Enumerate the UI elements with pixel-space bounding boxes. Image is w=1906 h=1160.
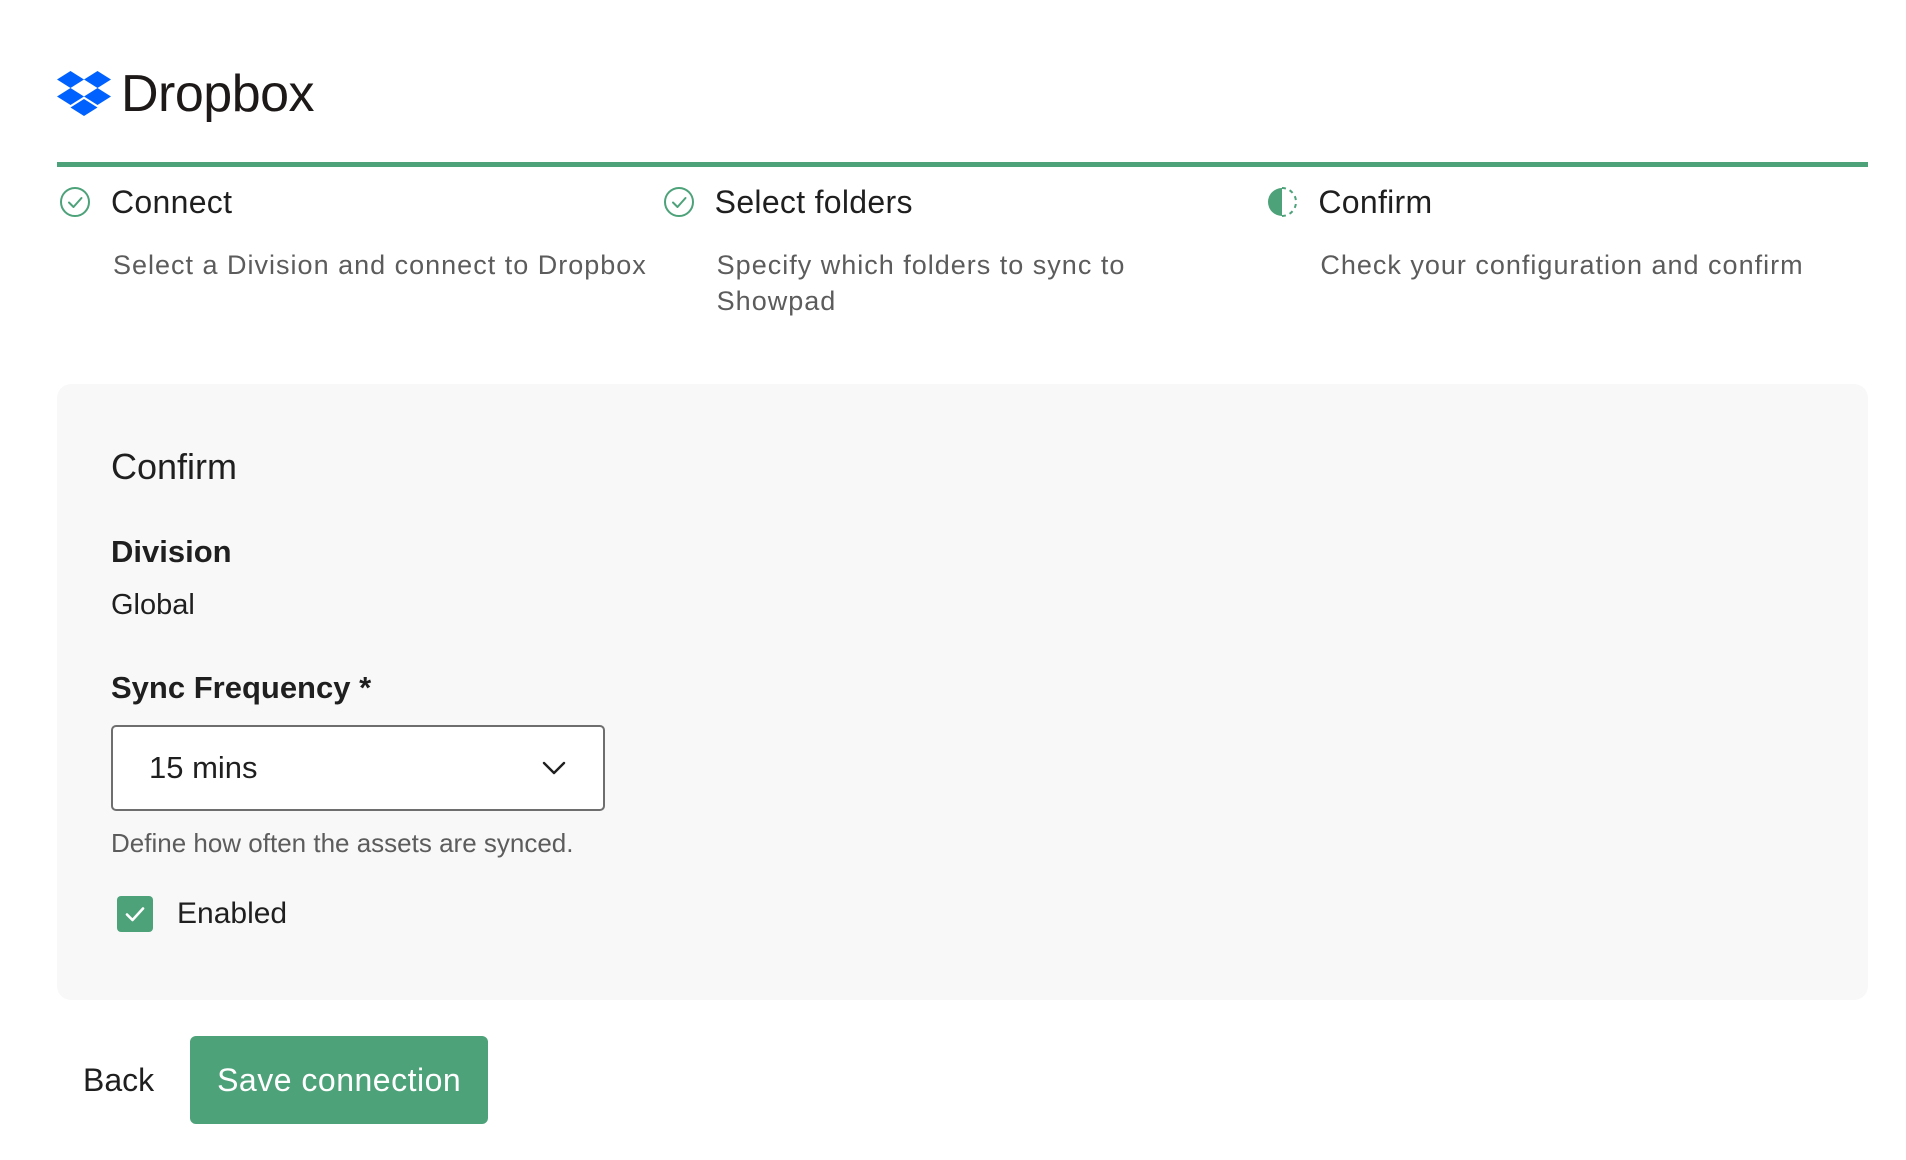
chevron-down-icon bbox=[542, 761, 566, 775]
enabled-label: Enabled bbox=[177, 897, 288, 930]
stepper: Connect Select a Division and connect to… bbox=[57, 162, 1868, 319]
enabled-checkbox[interactable] bbox=[117, 896, 153, 932]
enabled-toggle[interactable]: Enabled bbox=[117, 896, 287, 932]
brand-name: Dropbox bbox=[121, 65, 315, 123]
step-title: Confirm bbox=[1318, 183, 1433, 220]
brand-header: Dropbox bbox=[57, 60, 315, 128]
confirm-panel: Confirm Division Global Sync Frequency *… bbox=[57, 384, 1868, 1000]
step-title: Select folders bbox=[714, 183, 913, 220]
dropbox-logo-icon bbox=[57, 71, 111, 116]
step-description: Specify which folders to sync to Showpad bbox=[716, 250, 1126, 316]
step-confirm: Confirm Check your configuration and con… bbox=[1264, 183, 1868, 319]
step-title: Connect bbox=[111, 183, 233, 220]
save-connection-button[interactable]: Save connection bbox=[190, 1036, 489, 1124]
sync-frequency-help: Define how often the assets are synced. bbox=[111, 828, 574, 858]
sync-frequency-select[interactable]: 15 mins bbox=[111, 725, 605, 811]
checkmark-icon bbox=[125, 907, 145, 922]
division-value: Global bbox=[111, 589, 195, 621]
sync-frequency-label: Sync Frequency * bbox=[111, 670, 372, 705]
step-connect: Connect Select a Division and connect to… bbox=[57, 183, 661, 319]
check-circle-icon bbox=[663, 186, 695, 218]
division-label: Division bbox=[111, 534, 232, 569]
step-description: Select a Division and connect to Dropbox bbox=[113, 250, 647, 280]
sync-frequency-value: 15 mins bbox=[149, 750, 258, 785]
check-circle-icon bbox=[59, 186, 91, 218]
action-bar: Back Save connection bbox=[57, 1036, 489, 1124]
back-button[interactable]: Back bbox=[57, 1036, 180, 1124]
panel-title: Confirm bbox=[111, 446, 238, 487]
half-circle-progress-icon bbox=[1266, 186, 1298, 218]
step-select-folders: Select folders Specify which folders to … bbox=[661, 183, 1265, 319]
page: Dropbox Connect Select a Division and co… bbox=[0, 0, 1906, 1160]
step-description: Check your configuration and confirm bbox=[1320, 250, 1804, 280]
